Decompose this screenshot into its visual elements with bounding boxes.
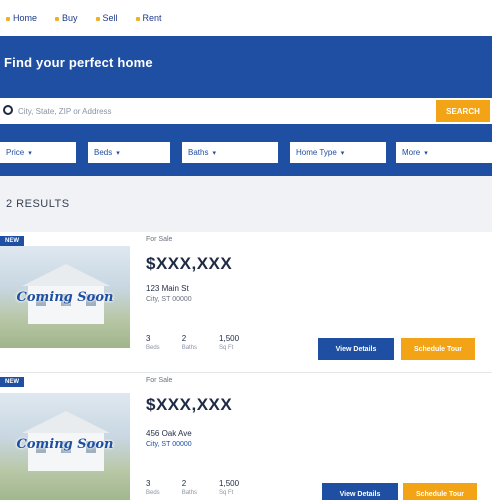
stat-sqft: 1,500 Sq Ft [219,479,240,496]
coming-soon-label: Coming Soon [16,290,114,305]
listing-badge: NEW [0,377,24,387]
coming-soon-label: Coming Soon [16,437,114,452]
listing-photo[interactable]: Coming Soon [0,246,130,348]
listing-card[interactable]: NEW Coming Soon For Sale $XXX,XXX 456 Oa… [0,372,492,500]
chevron-down-icon: ▾ [424,149,428,157]
filter-price[interactable]: Price ▾ [0,142,76,163]
filter-home-type[interactable]: Home Type ▾ [290,142,386,163]
top-nav: Home Buy Sell Rent [0,0,492,36]
listing-address[interactable]: 456 Oak Ave [146,429,192,438]
chevron-down-icon: ▾ [116,149,120,157]
chevron-down-icon: ▾ [340,149,345,157]
stat-baths: 2 Baths [181,479,198,496]
filter-baths[interactable]: Baths ▾ [182,142,278,163]
listing-price: $XXX,XXX [146,254,233,273]
filter-beds[interactable]: Beds ▾ [88,142,170,163]
listing-status: For Sale [146,377,173,384]
listing-badge: NEW [0,236,24,246]
search-icon [3,105,13,115]
schedule-tour-button[interactable]: Schedule Tour [401,338,475,360]
listing-price: $XXX,XXX [146,395,233,414]
filter-bar: Price ▾ Beds ▾ Baths ▾ Home Type ▾ More ▾ [0,142,492,164]
stat-sqft: 1,500 Sq Ft [219,334,240,351]
listing-photo[interactable]: Coming Soon [0,393,130,500]
view-details-button[interactable]: View Details [322,483,398,500]
listing-address[interactable]: 123 Main St [146,284,189,293]
search-input[interactable] [18,102,418,120]
listing-stats: 3 Beds 2 Baths 1,500 Sq Ft [146,334,239,351]
bullet-icon [55,16,60,21]
view-details-button[interactable]: View Details [318,338,394,360]
listing-city: City, ST 00000 [146,296,192,303]
filter-more[interactable]: More ▾ [396,142,492,163]
stat-baths: 2 Baths [181,334,198,351]
bullet-icon [6,16,10,21]
schedule-tour-button[interactable]: Schedule Tour [403,483,477,500]
nav-item-rent[interactable]: Rent [135,13,162,23]
stat-beds: 3 Beds [146,334,160,351]
listing-stats: 3 Beds 2 Baths 1,500 Sq Ft [146,479,239,496]
stat-beds: 3 Beds [146,479,160,496]
listing-card[interactable]: NEW Coming Soon For Sale $XXX,XXX 123 Ma… [0,232,492,370]
search-bar: SEARCH [0,98,492,124]
bullet-icon [135,16,140,21]
listing-status: For Sale [146,236,173,243]
search-button[interactable]: SEARCH [436,100,490,122]
nav-item-buy[interactable]: Buy [55,13,78,23]
results-bar: 2 RESULTS [0,176,492,232]
nav-item-home[interactable]: Home [6,13,37,23]
listing-city: City, ST 00000 [146,441,192,448]
results-count: 2 RESULTS [6,198,70,210]
hero-title: Find your perfect home [4,55,153,70]
hero-banner: Find your perfect home SEARCH Price▾ Bed… [0,36,492,176]
nav-item-sell[interactable]: Sell [95,13,118,23]
chevron-down-icon: ▾ [212,149,216,157]
chevron-down-icon: ▾ [28,149,32,157]
bullet-icon [95,16,100,21]
